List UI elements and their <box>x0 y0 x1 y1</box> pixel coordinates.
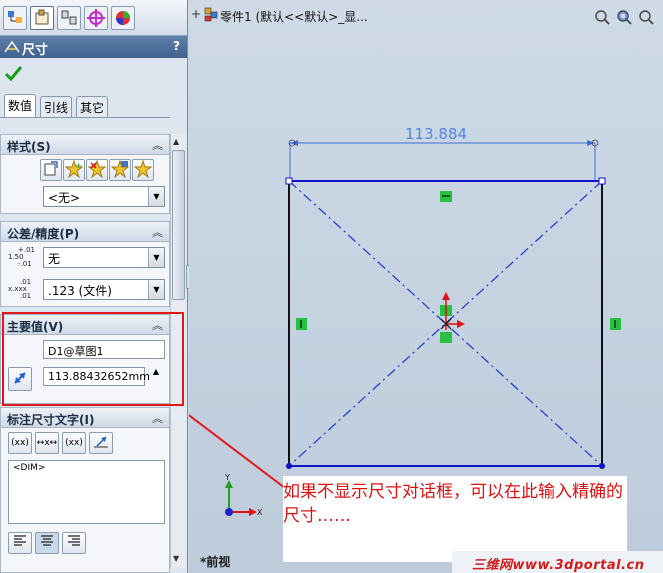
manager-title: 尺寸 <box>22 43 49 58</box>
star-save-icon <box>110 159 130 179</box>
previous-view-icon[interactable] <box>639 10 654 25</box>
ok-checkmark-icon[interactable] <box>4 64 24 84</box>
star-delete-icon <box>87 159 107 179</box>
sketch-point[interactable] <box>598 177 606 185</box>
axis-triad-icon <box>225 480 257 516</box>
scroll-up-icon[interactable]: ▲ <box>173 137 179 146</box>
collapse-chevron-icon[interactable]: ︽ <box>152 137 163 153</box>
dimension-annotation[interactable] <box>288 139 599 181</box>
axis-x-label: X <box>257 508 263 517</box>
align-right-button[interactable] <box>62 532 86 554</box>
style-preset-select[interactable]: <无> ▼ <box>43 186 165 207</box>
configuration-manager-tab[interactable] <box>57 6 81 30</box>
precision-value: .123 (文件) <box>48 284 112 298</box>
appearance-ball-icon <box>116 11 130 25</box>
precision-select[interactable]: .123 (文件) ▼ <box>43 279 165 300</box>
zoom-area-icon[interactable] <box>617 10 632 25</box>
star-load-icon <box>133 159 153 179</box>
sub-tab-strip: 数值 引线 其它 <box>0 94 187 118</box>
star-plus-icon: + <box>64 159 84 179</box>
ok-row <box>0 58 187 90</box>
feature-tree-icon <box>8 11 22 23</box>
sketch-point[interactable] <box>599 463 605 469</box>
manager-tab-strip <box>0 0 187 36</box>
crosshair-icon <box>87 9 105 27</box>
vertical-relation-icon[interactable] <box>610 318 621 330</box>
display-manager-tab[interactable] <box>111 6 135 30</box>
align-right-icon <box>68 535 80 546</box>
style-group: 样式(S) ︽ + <无> ▼ <box>0 134 170 214</box>
dimension-text-group-header[interactable]: 标注尺寸文字(I) ︽ <box>1 408 169 428</box>
collapse-chevron-icon[interactable]: ︽ <box>152 224 163 240</box>
style-apply-icon <box>44 161 58 176</box>
svg-text:+: + <box>75 161 82 170</box>
collapse-chevron-icon[interactable]: ︽ <box>152 410 163 426</box>
tolerance-group-title: 公差/精度(P) <box>7 227 80 241</box>
axis-y-label: Y <box>224 473 230 482</box>
callout-arrow <box>189 414 286 489</box>
align-center-icon <box>41 535 53 546</box>
align-left-icon <box>14 535 26 546</box>
horizontal-relation-icon[interactable] <box>440 191 452 202</box>
highlight-box <box>2 312 184 406</box>
style-group-header[interactable]: 样式(S) ︽ <box>1 135 169 155</box>
load-style-button[interactable] <box>132 159 154 181</box>
center-dimension-button[interactable]: ↔x↔ <box>35 432 59 454</box>
tab-divider <box>0 117 170 118</box>
dimension-value-label[interactable]: 113.884 <box>405 125 467 143</box>
inspection-dimension-button[interactable]: (xx) <box>62 432 86 454</box>
chevron-down-icon: ▼ <box>148 280 164 299</box>
add-style-button[interactable]: + <box>63 159 85 181</box>
tab-leader[interactable]: 引线 <box>40 96 73 117</box>
sketch-point[interactable] <box>286 463 292 469</box>
tab-value[interactable]: 数值 <box>4 94 37 118</box>
align-left-button[interactable] <box>8 532 32 554</box>
annotation-note: 如果不显示尺寸对话框，可以在此输入精确的尺寸…… <box>283 476 627 562</box>
tolerance-type-select[interactable]: 无 ▼ <box>43 247 165 268</box>
document-title-text: 零件1 (默认<<默认>_显... <box>220 10 368 24</box>
chevron-down-icon: ▼ <box>148 187 164 206</box>
delete-style-button[interactable] <box>86 159 108 181</box>
zoom-fit-icon[interactable] <box>595 10 610 25</box>
tolerance-group: 公差/精度(P) ︽ +.01 1.50 -.01 无 ▼ .01 x.xxx … <box>0 221 170 307</box>
style-group-title: 样式(S) <box>7 140 51 154</box>
feature-manager-tab[interactable] <box>3 6 27 30</box>
property-manager-header: 尺寸 ? <box>0 36 187 58</box>
style-preset-value: <无> <box>48 191 81 205</box>
document-title: 零件1 (默认<<默认>_显... <box>192 8 368 25</box>
apply-style-button[interactable] <box>40 159 62 181</box>
sketch-point[interactable] <box>285 177 293 185</box>
dimension-icon <box>4 40 20 53</box>
scroll-thumb[interactable] <box>172 150 185 300</box>
tolerance-group-header[interactable]: 公差/精度(P) ︽ <box>1 222 169 242</box>
save-style-button[interactable] <box>109 159 131 181</box>
dimension-text-area[interactable]: <DIM> <box>8 460 165 524</box>
configuration-icon <box>61 10 77 25</box>
property-manager-tab[interactable] <box>30 6 54 30</box>
offset-text-icon <box>94 436 108 448</box>
parentheses-button[interactable]: (xx) <box>8 432 32 454</box>
scroll-down-icon[interactable]: ▼ <box>173 554 179 563</box>
chevron-down-icon: ▼ <box>148 248 164 267</box>
dimension-text-group: 标注尺寸文字(I) ︽ (xx) ↔x↔ (xx) <DIM> <box>0 407 170 573</box>
tolerance-type-value: 无 <box>48 252 61 266</box>
view-orientation-label: *前视 <box>200 555 231 569</box>
dimxpert-manager-tab[interactable] <box>84 6 108 30</box>
tab-other[interactable]: 其它 <box>76 96 109 117</box>
vertical-relation-icon[interactable] <box>296 318 307 330</box>
align-center-button[interactable] <box>35 532 59 554</box>
help-button[interactable]: ? <box>173 39 180 53</box>
site-watermark: 三维网www.3dportal.cn <box>452 551 663 573</box>
dimension-text-group-title: 标注尺寸文字(I) <box>7 413 95 427</box>
offset-text-button[interactable] <box>89 432 113 454</box>
property-icon <box>35 9 49 25</box>
property-manager-panel: 尺寸 ? 数值 引线 其它 样式(S) ︽ + <无> ▼ 公差/精度(P) ︽… <box>0 0 188 573</box>
